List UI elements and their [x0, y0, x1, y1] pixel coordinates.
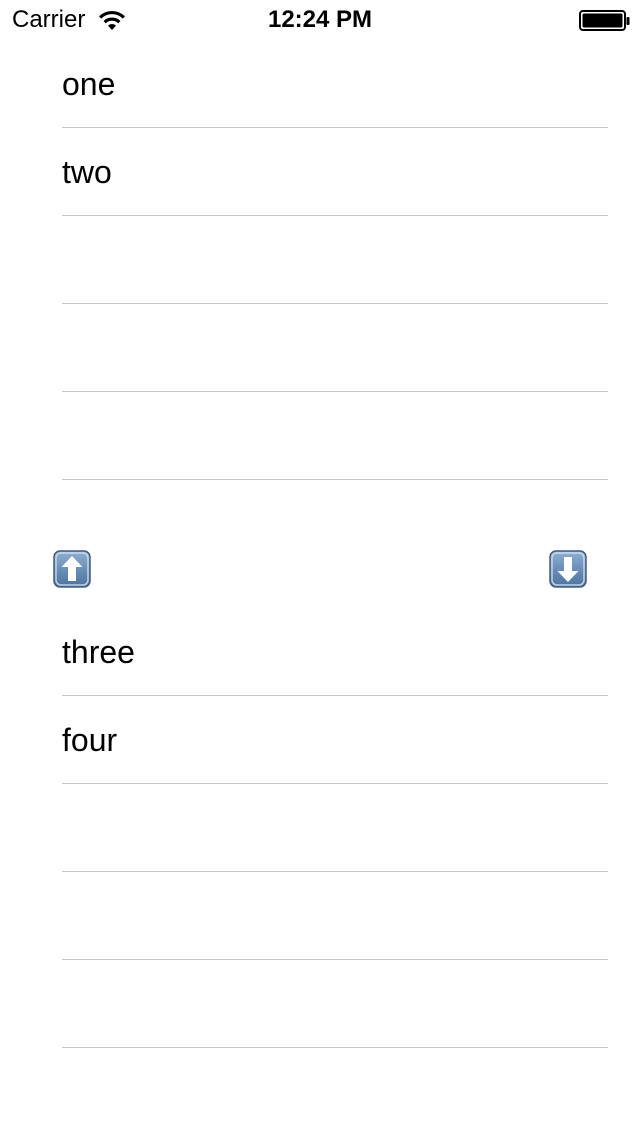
table-row[interactable]: [62, 960, 608, 1048]
table-row[interactable]: three: [62, 608, 608, 696]
arrow-down-icon: [549, 550, 587, 588]
table-row[interactable]: [62, 784, 608, 872]
table-row[interactable]: [62, 304, 608, 392]
row-label: two: [62, 154, 112, 190]
move-up-button[interactable]: [53, 550, 91, 588]
table-row[interactable]: two: [62, 128, 608, 216]
table-row[interactable]: [62, 392, 608, 480]
top-table: one two: [62, 40, 608, 480]
table-row[interactable]: [62, 872, 608, 960]
row-label: one: [62, 66, 116, 102]
bottom-table: three four: [62, 608, 608, 1048]
status-bar: Carrier 12:24 PM: [0, 0, 640, 40]
battery-icon: [579, 10, 630, 31]
move-down-button[interactable]: [549, 550, 587, 588]
row-label: four: [62, 722, 118, 758]
screen: Carrier 12:24 PM one two three four: [0, 0, 640, 1136]
row-label: three: [62, 634, 135, 670]
arrow-up-icon: [53, 550, 91, 588]
table-row[interactable]: [62, 216, 608, 304]
table-row[interactable]: one: [62, 40, 608, 128]
status-time: 12:24 PM: [267, 6, 373, 33]
table-row[interactable]: four: [62, 696, 608, 784]
